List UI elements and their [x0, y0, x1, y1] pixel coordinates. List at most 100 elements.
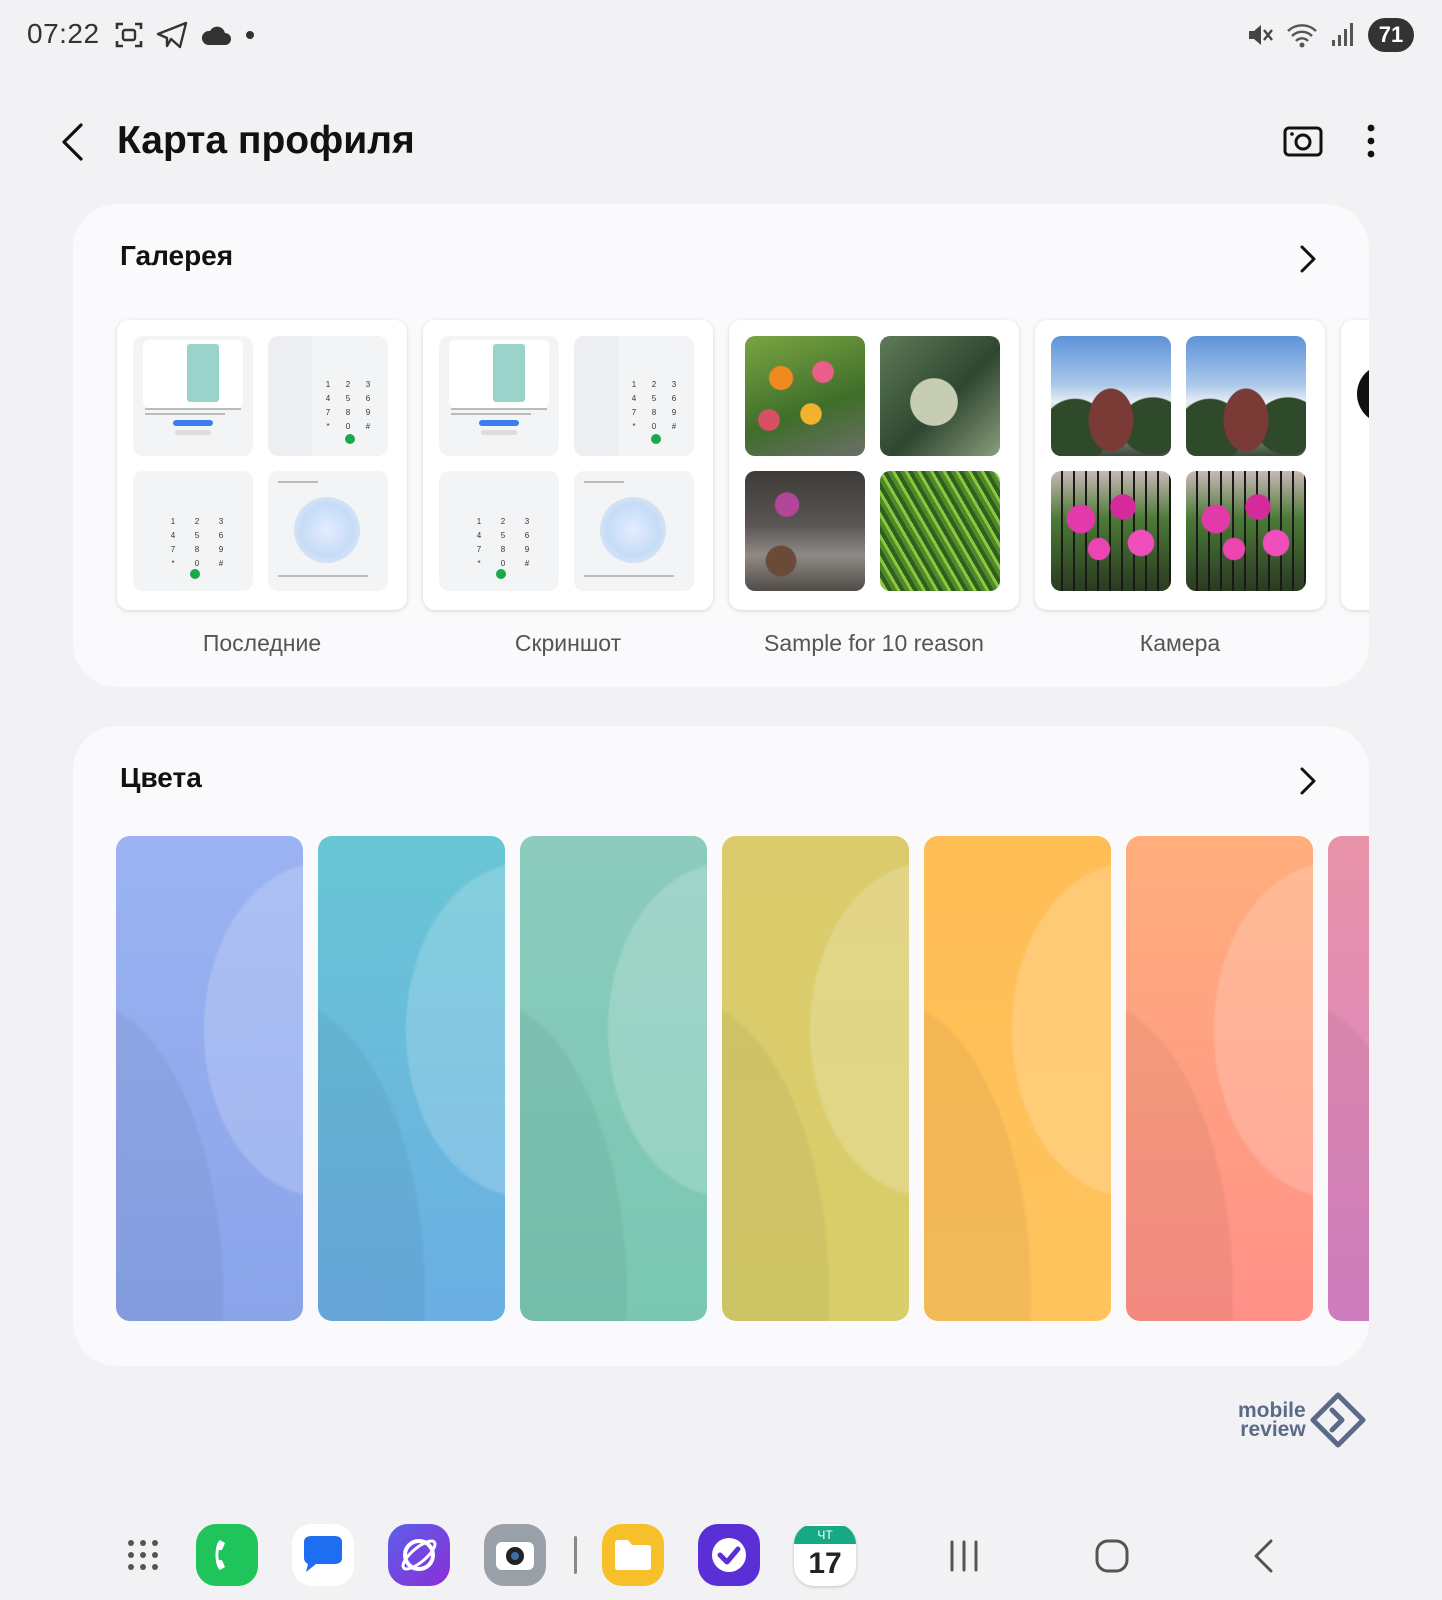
album-label: Последние [202, 630, 322, 656]
gallery-more-button[interactable] [1293, 242, 1323, 276]
thumbnail-keypad: 1 2 3 4 5 6 7 8 9 * 0 # [170, 517, 224, 568]
messages-app-button[interactable] [292, 1524, 354, 1586]
screenshot-icon [115, 22, 143, 48]
apps-grid-button[interactable] [112, 1524, 174, 1586]
home-nav-button[interactable] [1082, 1528, 1142, 1584]
thumbnail-text-line [145, 413, 225, 415]
thumbnail: 1 2 3 4 5 6 7 8 9 * 0 # [268, 336, 388, 456]
color-swatch-mint[interactable] [520, 836, 707, 1321]
tasks-app-button[interactable] [698, 1524, 760, 1586]
photo-thumbnail [1186, 471, 1306, 591]
call-icon [496, 569, 506, 579]
call-icon [345, 434, 355, 444]
thumbnail-blob [600, 497, 666, 563]
watermark-line: review [1240, 1418, 1306, 1441]
album-label: Sample for 10 reason [764, 630, 984, 656]
status-bar: 07:22 71 [0, 0, 1442, 76]
thumbnail-keypad: 1 2 3 4 5 6 7 8 9 * 0 # [325, 380, 371, 431]
color-swatch-orange[interactable] [924, 836, 1111, 1321]
album-recent-cover: 1 2 3 4 5 6 7 8 9 * 0 # 1 2 3 4 5 6 7 8 9 * 0 # [117, 320, 407, 610]
signal-icon [1332, 23, 1353, 46]
thumbnail-side-panel [268, 336, 312, 456]
album-screenshots-cover: 1 2 3 4 5 6 7 8 9 * 0 # 1 2 3 4 5 6 7 8 9 * 0 # [423, 320, 713, 610]
apps-grid-icon [128, 1540, 158, 1570]
thumbnail-text-line [451, 413, 531, 415]
phone-app-button[interactable] [196, 1524, 258, 1586]
phone-app-icon [215, 1540, 225, 1570]
album-screenshots[interactable]: 1 2 3 4 5 6 7 8 9 * 0 # 1 2 3 4 5 6 7 8 9 * 0 # Скриншот [423, 320, 713, 657]
thumbnail-avatar [493, 344, 525, 402]
thumbnail-text-line [451, 408, 547, 410]
back-button[interactable] [52, 118, 92, 166]
wifi-icon [1287, 24, 1317, 48]
photo-thumbnail [1186, 336, 1306, 456]
album-camera-cover [1035, 320, 1325, 610]
more-options-button[interactable] [1356, 118, 1386, 164]
photo-thumbnail [745, 336, 865, 456]
thumbnail-blob [294, 497, 360, 563]
messages-app-icon [304, 1536, 342, 1572]
thumbnail-text-line [278, 481, 318, 483]
album-sample-cover [729, 320, 1019, 610]
home-nav-icon [1095, 1539, 1129, 1573]
thumbnail: 1 2 3 4 5 6 7 8 9 * 0 # [133, 471, 253, 591]
thumbnail-button [173, 420, 213, 426]
watermark-logo-icon [1310, 1392, 1366, 1448]
album-partial[interactable] [1341, 320, 1369, 610]
album-label: Скриншот [514, 630, 622, 656]
thumbnail-button [479, 420, 519, 426]
files-app-icon [615, 1540, 651, 1570]
back-nav-button[interactable] [1233, 1528, 1293, 1584]
thumbnail-keypad: 1 2 3 4 5 6 7 8 9 * 0 # [631, 380, 677, 431]
back-nav-icon [1254, 1539, 1273, 1573]
album-label: Камера [1139, 630, 1221, 656]
thumbnail-keypad: 1 2 3 4 5 6 7 8 9 * 0 # [476, 517, 530, 568]
camera-app-button[interactable] [484, 1524, 546, 1586]
more-vertical-icon [1367, 124, 1375, 158]
chevron-left-icon [62, 123, 83, 161]
files-app-button[interactable] [602, 1524, 664, 1586]
color-swatch-pink-edge[interactable] [1328, 836, 1369, 1321]
mute-icon [1249, 25, 1273, 45]
camera-app-icon [496, 1542, 534, 1570]
thumbnail [439, 336, 559, 456]
telegram-icon [156, 21, 188, 49]
album-partial-thumbnail [1357, 364, 1369, 424]
colors-title: Цвета [120, 762, 202, 793]
taskbar: ЧТ 17 [0, 1520, 1442, 1592]
internet-app-button[interactable] [388, 1524, 450, 1586]
album-camera[interactable]: Камера [1035, 320, 1325, 657]
color-swatch-coral[interactable] [1126, 836, 1313, 1321]
call-icon [651, 434, 661, 444]
thumbnail-profile-card [449, 340, 549, 408]
color-swatch-olive-yellow[interactable] [722, 836, 909, 1321]
photo-thumbnail [880, 336, 1000, 456]
recents-nav-button[interactable] [934, 1528, 994, 1584]
thumbnail-profile-card [143, 340, 243, 408]
album-recent[interactable]: 1 2 3 4 5 6 7 8 9 * 0 # 1 2 3 4 5 6 7 8 9 * 0 # Последние [117, 320, 407, 657]
internet-app-icon [401, 1539, 437, 1571]
chevron-right-icon [1300, 245, 1316, 273]
tasks-app-icon [712, 1538, 746, 1572]
recents-nav-icon [950, 1540, 978, 1572]
calendar-app-button[interactable]: ЧТ 17 [794, 1524, 856, 1586]
thumbnail-button [481, 430, 517, 435]
photo-thumbnail [745, 471, 865, 591]
watermark-text: mobile review [1238, 1400, 1306, 1441]
thumbnail-text-line [278, 575, 368, 577]
thumbnail-avatar [187, 344, 219, 402]
camera-icon [1283, 126, 1323, 157]
color-swatch-sky-teal[interactable] [318, 836, 505, 1321]
thumbnail: 1 2 3 4 5 6 7 8 9 * 0 # [574, 336, 694, 456]
battery-indicator: 71 [1368, 18, 1414, 52]
color-swatch-periwinkle[interactable] [116, 836, 303, 1321]
colors-more-button[interactable] [1293, 764, 1323, 798]
camera-button[interactable] [1280, 118, 1326, 164]
cloud-icon [201, 26, 231, 45]
watermark: mobile review [1238, 1392, 1366, 1448]
album-sample[interactable]: Sample for 10 reason [729, 320, 1019, 657]
dot-icon [246, 31, 254, 39]
thumbnail-text-line [584, 481, 624, 483]
calendar-day: 17 [808, 1547, 842, 1580]
thumbnail-text-line [584, 575, 674, 577]
